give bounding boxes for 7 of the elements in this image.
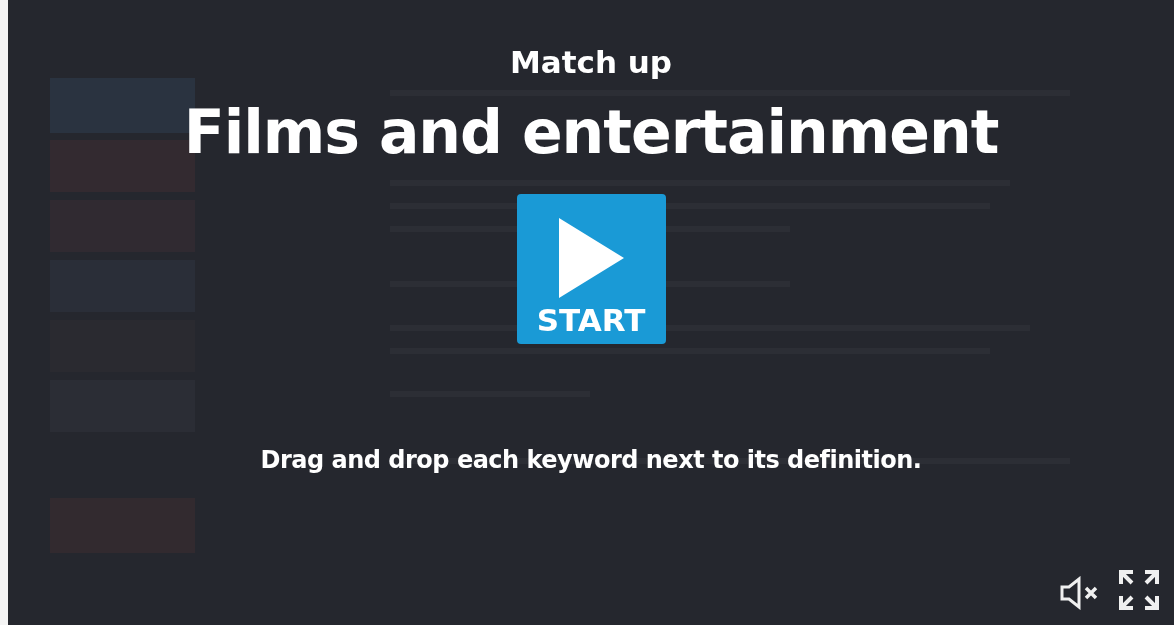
start-button[interactable]: START	[516, 194, 666, 344]
activity-type: Match up	[509, 43, 673, 82]
fullscreen-button[interactable]	[1116, 567, 1162, 613]
play-icon	[556, 218, 626, 298]
instruction-text: Drag and drop each keyword next to its definition.	[260, 445, 922, 476]
activity-title: Films and entertainment	[183, 96, 999, 169]
fullscreen-icon	[1118, 569, 1160, 611]
